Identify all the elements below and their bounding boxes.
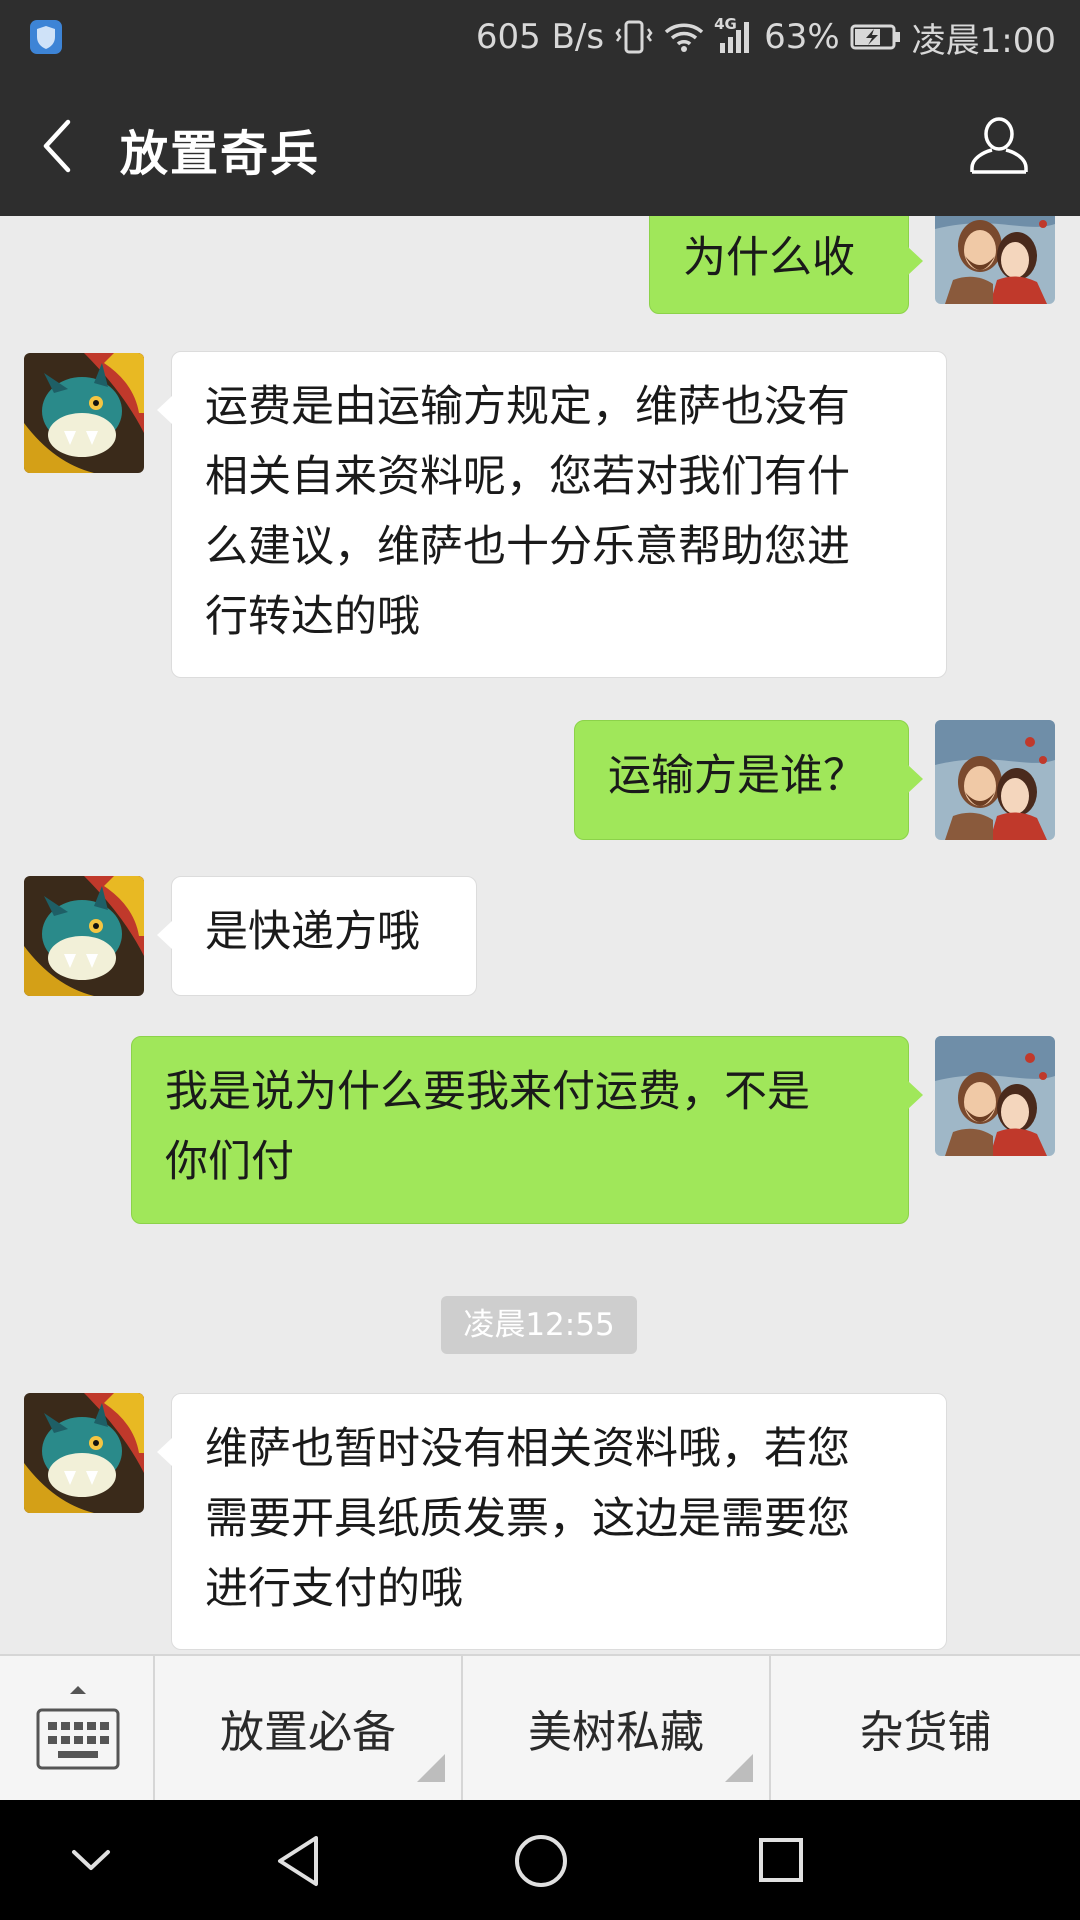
back-button[interactable] [38, 118, 78, 174]
keyboard-toggle-button[interactable] [0, 1656, 155, 1800]
message-bubble-outgoing[interactable]: 运输方是谁？ [574, 720, 923, 840]
system-nav-bar [0, 1800, 1080, 1920]
user-avatar-image [935, 216, 1055, 304]
menu-item-essentials[interactable]: 放置必备 [155, 1656, 463, 1800]
contact-avatar[interactable] [24, 1393, 144, 1513]
message-bubble-outgoing[interactable]: 为什么收 [649, 216, 923, 314]
chat-title: 放置奇兵 [120, 126, 321, 182]
submenu-indicator-icon [417, 1754, 445, 1782]
message-bubble-incoming[interactable]: 运费是由运输方规定，维萨也没有 相关自来资料呢，您若对我们有什 么建议，维萨也十… [157, 351, 947, 678]
home-circle-icon [515, 1835, 567, 1887]
user-avatar-image [935, 1036, 1055, 1156]
user-avatar[interactable] [935, 720, 1055, 840]
profile-button[interactable] [968, 114, 1030, 176]
clock: 凌晨1:00 [911, 20, 1056, 61]
wifi-icon [664, 21, 704, 53]
menu-item-private-collection[interactable]: 美树私藏 [463, 1656, 771, 1800]
menu-item-label: 放置必备 [220, 1707, 396, 1758]
signal-icon: 4G [714, 15, 754, 55]
menu-bar: 放置必备 美树私藏 杂货铺 [0, 1654, 1080, 1800]
contact-avatar-image [24, 876, 144, 996]
chevron-left-icon [43, 119, 71, 173]
user-avatar-image [935, 720, 1055, 840]
menu-item-store[interactable]: 杂货铺 [771, 1656, 1080, 1800]
message-bubble-incoming[interactable]: 维萨也暂时没有相关资料哦，若您 需要开具纸质发票，这边是需要您 进行支付的哦 [157, 1393, 947, 1650]
home-nav-button[interactable] [513, 1833, 569, 1893]
timestamp-divider: 凌晨12:55 [441, 1296, 637, 1354]
recents-nav-button[interactable] [756, 1835, 806, 1889]
vibrate-icon [614, 19, 654, 55]
battery-level: 63% [764, 17, 840, 57]
status-bar: 605 B/s 4G 63% 凌晨1:00 [0, 0, 1080, 74]
back-triangle-icon [278, 1836, 318, 1886]
keyboard-icon [36, 1686, 120, 1770]
person-icon [970, 117, 1028, 174]
submenu-indicator-icon [725, 1754, 753, 1782]
contact-avatar[interactable] [24, 353, 144, 473]
back-nav-button[interactable] [274, 1834, 324, 1892]
title-bar: 放置奇兵 [0, 74, 1080, 216]
battery-charging-icon [850, 23, 902, 51]
shield-icon [30, 20, 62, 54]
contact-avatar-image [24, 353, 144, 473]
menu-item-label: 美树私藏 [528, 1707, 704, 1758]
contact-avatar-image [24, 1393, 144, 1513]
hide-nav-button[interactable] [66, 1840, 116, 1884]
message-bubble-incoming[interactable]: 是快递方哦 [157, 876, 477, 996]
menu-item-label: 杂货铺 [859, 1707, 992, 1758]
contact-avatar[interactable] [24, 876, 144, 996]
recents-square-icon [759, 1838, 803, 1882]
user-avatar[interactable] [935, 1036, 1055, 1156]
chevron-down-icon [72, 1850, 110, 1870]
message-bubble-outgoing[interactable]: 我是说为什么要我来付运费，不是 你们付 [131, 1036, 923, 1224]
user-avatar[interactable] [935, 216, 1055, 304]
chat-area[interactable]: 为什么收 运费是由运输方规定，维萨也没有 相关自来资料呢，您若对我们有什 么建议… [0, 216, 1080, 1654]
net-speed: 605 B/s [475, 17, 605, 57]
